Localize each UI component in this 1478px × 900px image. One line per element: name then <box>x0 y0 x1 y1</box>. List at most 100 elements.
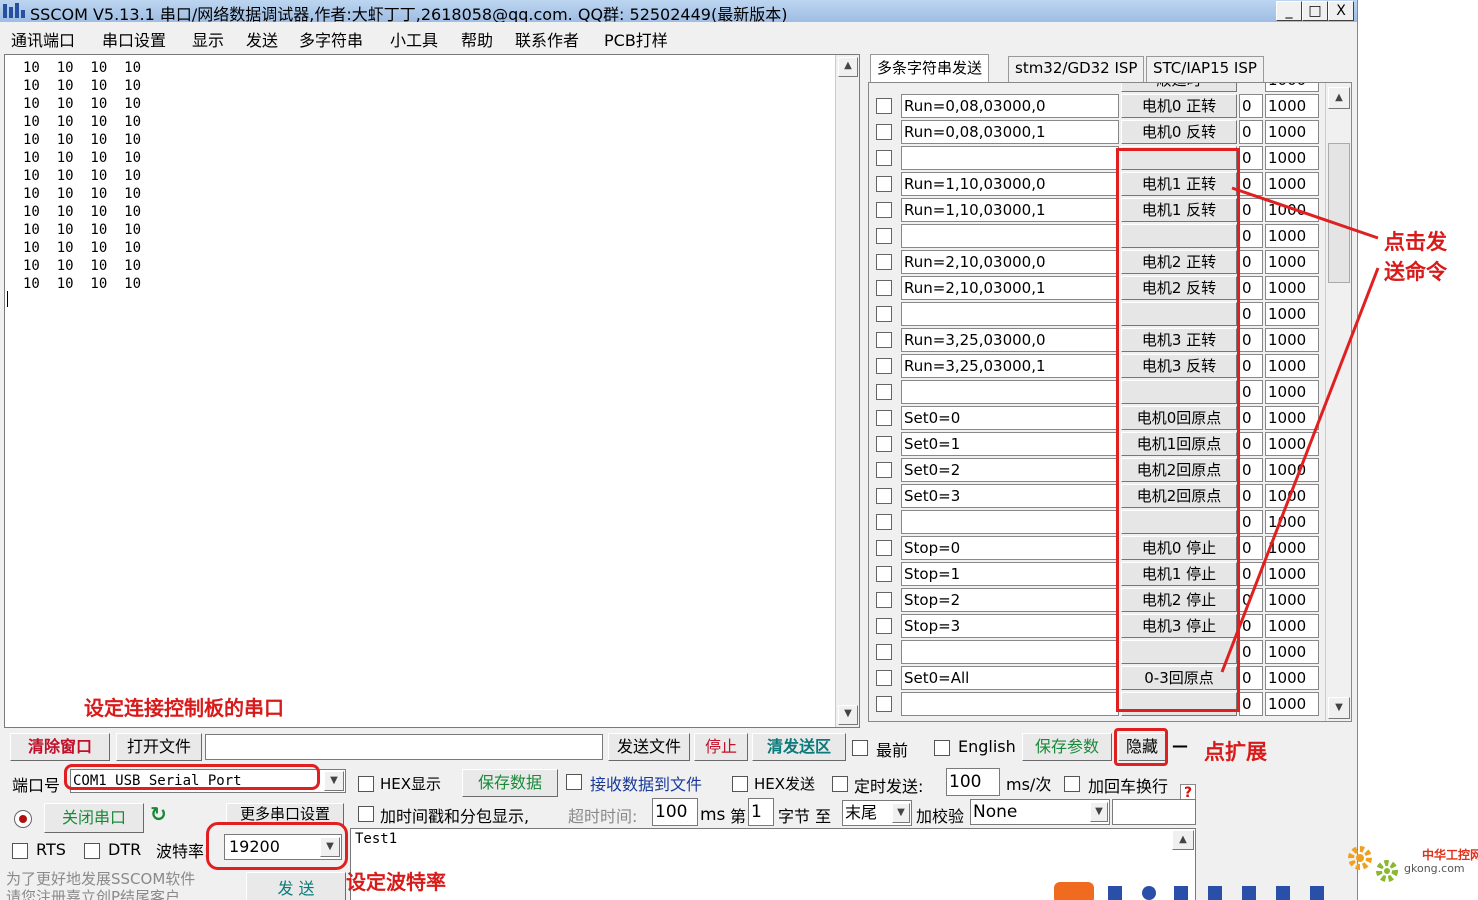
byte-to-dropdown-icon[interactable]: ▼ <box>892 803 910 823</box>
row-delay-input[interactable]: 1000 <box>1265 276 1319 300</box>
row-command-input[interactable] <box>901 224 1119 248</box>
row-checkbox[interactable] <box>876 670 892 686</box>
row-order-input[interactable]: 0 <box>1239 328 1263 352</box>
row-checkbox[interactable] <box>876 696 892 712</box>
close-port-button[interactable]: 关闭串口 <box>44 803 144 833</box>
checksum-dropdown-icon[interactable]: ▼ <box>1090 802 1108 822</box>
maximize-button[interactable]: □ <box>1302 1 1328 21</box>
row-order-input[interactable]: 0 <box>1239 198 1263 222</box>
row-checkbox[interactable] <box>876 358 892 374</box>
row-delay-input[interactable]: 1000 <box>1265 614 1319 638</box>
row-order-input[interactable]: 0 <box>1239 458 1263 482</box>
row-command-input[interactable]: Run=2,10,03000,1 <box>901 276 1119 300</box>
row-command-input[interactable]: Set0=1 <box>901 432 1119 456</box>
menu-contact[interactable]: 联系作者 <box>515 27 579 51</box>
row-command-input[interactable] <box>901 302 1119 326</box>
minimize-button[interactable]: _ <box>1276 1 1302 21</box>
row-order-input[interactable]: 0 <box>1239 432 1263 456</box>
row-delay-input[interactable]: 1000 <box>1265 198 1319 222</box>
row-delay-input[interactable]: 1000 <box>1265 432 1319 456</box>
open-file-button[interactable]: 打开文件 <box>116 733 202 761</box>
row-command-input[interactable] <box>901 510 1119 534</box>
tray-icon-2[interactable] <box>1142 886 1156 900</box>
row-command-input[interactable]: Run=3,25,03000,0 <box>901 328 1119 352</box>
row-command-input[interactable]: Run=0,08,03000,1 <box>901 120 1119 144</box>
topmost-checkbox[interactable] <box>852 740 868 756</box>
row-order-input[interactable]: 0 <box>1239 250 1263 274</box>
row-order-input[interactable]: 0 <box>1239 302 1263 326</box>
row-command-input[interactable]: Stop=0 <box>901 536 1119 560</box>
menu-serial-settings[interactable]: 串口设置 <box>102 27 166 51</box>
row-checkbox[interactable] <box>876 228 892 244</box>
tray-icon-1[interactable] <box>1108 886 1122 900</box>
row-delay-input[interactable]: 1000 <box>1265 536 1319 560</box>
row-order-input[interactable]: 0 <box>1239 354 1263 378</box>
title-bar[interactable]: SSCOM V5.13.1 串口/网络数据调试器,作者:大虾丁丁,2618058… <box>0 0 1357 24</box>
list-scrollbar[interactable]: ▲ ▼ <box>1325 83 1351 721</box>
row-command-input[interactable]: Run=0,08,03000,0 <box>901 94 1119 118</box>
row-order-input[interactable]: 0 <box>1239 536 1263 560</box>
row-delay-input[interactable]: 1000 <box>1265 458 1319 482</box>
row-delay-input[interactable]: 1000 <box>1265 406 1319 430</box>
tray-icon-5[interactable] <box>1242 886 1256 900</box>
file-path-input[interactable] <box>205 734 603 760</box>
list-scroll-up-icon[interactable]: ▲ <box>1328 87 1350 109</box>
port-dropdown-icon[interactable]: ▼ <box>324 771 344 791</box>
timestamp-checkbox[interactable] <box>358 806 374 822</box>
save-data-button[interactable]: 保存数据 <box>462 769 558 797</box>
refresh-icon[interactable]: ↻ <box>150 802 167 826</box>
row-command-input[interactable]: Stop=3 <box>901 614 1119 638</box>
row-command-input[interactable] <box>901 692 1119 716</box>
row-checkbox[interactable] <box>876 540 892 556</box>
tab-stm32-isp[interactable]: stm32/GD32 ISP <box>1008 56 1145 82</box>
stop-button[interactable]: 停止 <box>694 733 748 761</box>
timed-send-checkbox[interactable] <box>832 776 848 792</box>
row-command-input[interactable] <box>901 146 1119 170</box>
timed-interval-input[interactable]: 100 <box>946 768 1000 796</box>
row-checkbox[interactable] <box>876 280 892 296</box>
checksum-select[interactable]: None <box>970 799 1110 825</box>
close-button[interactable]: X <box>1328 1 1354 21</box>
receive-scrollbar[interactable]: ▲ ▼ <box>835 55 859 727</box>
row-delay-input[interactable]: 1000 <box>1265 328 1319 352</box>
timeout-input[interactable]: 100 <box>652 798 698 826</box>
row-delay-input[interactable]: 1000 <box>1265 146 1319 170</box>
row-delay-input[interactable]: 1000 <box>1265 484 1319 508</box>
row-delay-input[interactable]: 1000 <box>1265 354 1319 378</box>
row-checkbox[interactable] <box>876 202 892 218</box>
row-delay-input[interactable]: 1000 <box>1265 94 1319 118</box>
row-order-input[interactable]: 0 <box>1239 406 1263 430</box>
tray-app-icon[interactable] <box>1054 882 1094 900</box>
clear-send-button[interactable]: 清发送区 <box>752 733 846 761</box>
row-delay-input[interactable]: 1000 <box>1265 172 1319 196</box>
row-delay-input[interactable]: 1000 <box>1265 224 1319 248</box>
row-checkbox[interactable] <box>876 410 892 426</box>
recv-to-file-checkbox[interactable] <box>566 774 582 790</box>
row-delay-input[interactable]: 1000 <box>1265 666 1319 690</box>
row-order-input[interactable]: 0 <box>1239 614 1263 638</box>
hex-send-checkbox[interactable] <box>732 776 748 792</box>
row-command-input[interactable]: Set0=3 <box>901 484 1119 508</box>
row-checkbox[interactable] <box>876 124 892 140</box>
rts-checkbox[interactable] <box>12 843 28 859</box>
tray-icon-3[interactable] <box>1174 886 1188 900</box>
row-checkbox[interactable] <box>876 592 892 608</box>
row-order-input[interactable]: 0 <box>1239 120 1263 144</box>
row-delay-input[interactable]: 1000 <box>1265 692 1319 716</box>
row-checkbox[interactable] <box>876 384 892 400</box>
row-send-button[interactable]: 电机0 正转 <box>1121 94 1237 118</box>
scroll-up-icon[interactable]: ▲ <box>838 57 858 77</box>
tray-icon-6[interactable] <box>1276 886 1290 900</box>
tray-icon-7[interactable] <box>1310 886 1324 900</box>
save-params-button[interactable]: 保存参数 <box>1022 733 1112 761</box>
row-order-input[interactable]: 0 <box>1239 380 1263 404</box>
row-delay-input[interactable]: 1000 <box>1265 120 1319 144</box>
hex-display-checkbox[interactable] <box>358 776 374 792</box>
row-order-input[interactable]: 0 <box>1239 94 1263 118</box>
row-delay-input[interactable]: 1000 <box>1265 588 1319 612</box>
receive-area[interactable]: 10 10 10 10 10 10 10 10 10 10 10 10 10 10 1… <box>4 54 860 728</box>
clear-window-button[interactable]: 清除窗口 <box>10 733 110 761</box>
tab-multi-string[interactable]: 多条字符串发送 <box>870 54 990 82</box>
row-delay-input[interactable]: 1000 <box>1265 380 1319 404</box>
menu-send[interactable]: 发送 <box>246 27 278 51</box>
